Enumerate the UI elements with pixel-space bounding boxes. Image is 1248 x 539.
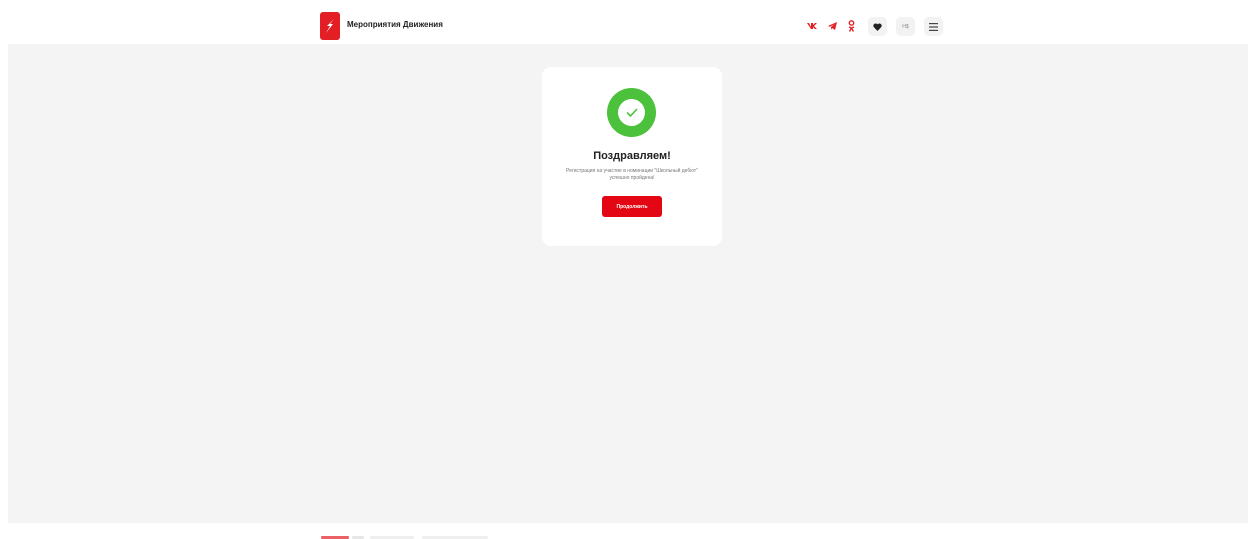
favorites-button[interactable]: [868, 17, 887, 36]
site-header: Мероприятия Движения Н$: [0, 0, 1248, 44]
odnoklassniki-icon[interactable]: [845, 18, 857, 34]
check-circle-icon: [607, 88, 656, 137]
success-title: Поздравляем!: [593, 150, 671, 162]
success-card: Поздравляем! Регистрация на участие в но…: [542, 67, 722, 246]
accessibility-button[interactable]: Н$: [896, 17, 915, 36]
success-message: Регистрация на участие в номинации "Школ…: [566, 168, 698, 181]
vk-icon[interactable]: [806, 18, 820, 34]
continue-button[interactable]: Продолжить: [602, 196, 662, 217]
hamburger-menu-icon: [929, 22, 938, 31]
menu-button[interactable]: [924, 17, 943, 36]
telegram-icon[interactable]: [826, 18, 838, 34]
site-title[interactable]: Мероприятия Движения: [347, 20, 443, 29]
movement-logo-icon[interactable]: [320, 12, 340, 40]
heart-icon: [873, 22, 882, 31]
